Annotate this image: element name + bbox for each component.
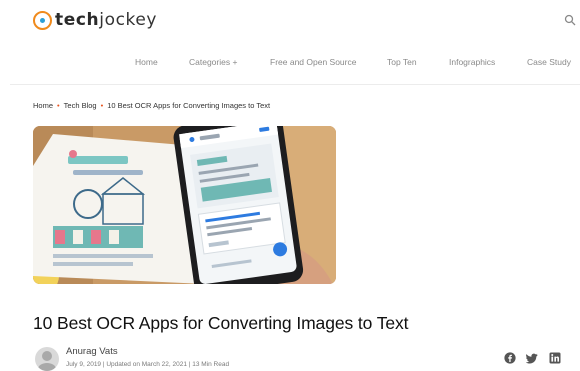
nav-item-top-ten[interactable]: Top Ten [387, 57, 417, 67]
twitter-icon[interactable] [526, 352, 538, 364]
logo-icon [33, 10, 52, 30]
brand-logo[interactable]: techjockey [33, 9, 157, 31]
main-nav: Home Categories + Free and Open Source T… [0, 57, 580, 71]
breadcrumb-separator: • [100, 101, 104, 110]
linkedin-icon[interactable] [549, 352, 561, 364]
breadcrumb-separator: • [57, 101, 60, 110]
article-meta: July 9, 2019 | Updated on March 22, 2021… [66, 361, 230, 368]
author-avatar[interactable] [35, 347, 59, 371]
nav-item-infographics[interactable]: Infographics [449, 57, 495, 67]
nav-item-free-and-open-source[interactable]: Free and Open Source [270, 57, 356, 67]
facebook-icon[interactable] [504, 352, 516, 364]
breadcrumb-current: 10 Best OCR Apps for Converting Images t… [107, 101, 271, 110]
breadcrumb-tech-blog[interactable]: Tech Blog [64, 101, 97, 110]
article-title: 10 Best OCR Apps for Converting Images t… [33, 313, 409, 333]
hero-image [33, 126, 336, 284]
header-divider [10, 84, 580, 85]
search-icon[interactable] [564, 14, 576, 26]
brand-name: techjockey [55, 10, 158, 30]
nav-item-home[interactable]: Home [135, 57, 158, 67]
hero-illustration [33, 126, 336, 284]
breadcrumb-home[interactable]: Home [33, 101, 53, 110]
nav-item-categories[interactable]: Categories + [189, 57, 237, 67]
nav-item-case-study[interactable]: Case Study [527, 57, 571, 67]
author-name[interactable]: Anurag Vats [66, 346, 118, 357]
breadcrumb: Home • Tech Blog • 10 Best OCR Apps for Conv… [33, 101, 270, 110]
user-icon [38, 351, 56, 371]
